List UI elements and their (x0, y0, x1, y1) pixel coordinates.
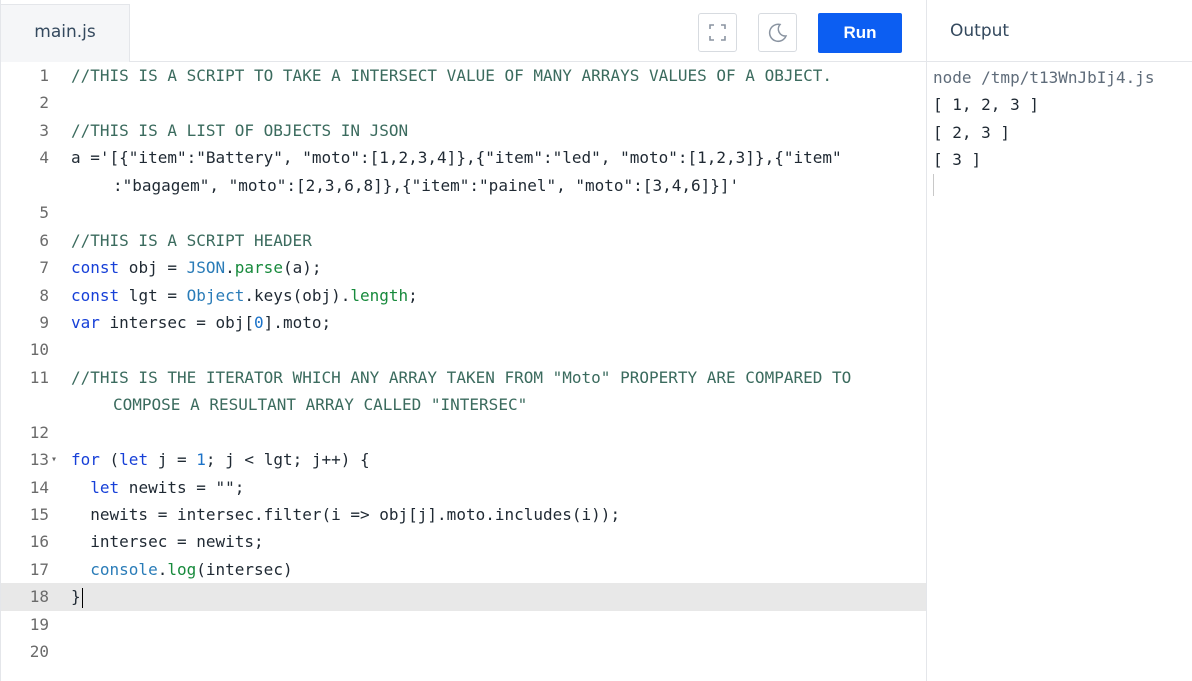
code-line[interactable]: 16 intersec = newits; (1, 528, 927, 555)
fullscreen-icon (709, 24, 726, 41)
code-line[interactable]: 19 (1, 611, 927, 638)
line-number: 15 (29, 505, 49, 524)
code-text: let newits = ""; (90, 477, 245, 497)
line-number: 12 (29, 422, 49, 442)
code-line[interactable]: 4 a ='[{"item":"Battery", "moto":[1,2,3,4… (1, 144, 927, 171)
code-line[interactable]: 11 //THIS IS THE ITERATOR WHICH ANY ARRAY… (1, 364, 927, 391)
line-number: 1 (39, 66, 49, 85)
line-number: 20 (29, 642, 49, 662)
code-line[interactable]: 20 (1, 638, 927, 665)
line-number: 16 (29, 532, 49, 552)
line-number: 8 (39, 285, 49, 305)
line-number: 19 (29, 614, 49, 634)
moon-icon (768, 23, 788, 43)
fold-arrow-icon[interactable]: ▾ (51, 446, 57, 473)
line-number: 7 (39, 258, 49, 278)
code-line[interactable]: 17 console.log(intersec) (1, 556, 927, 583)
code-text: a ='[{"item":"Battery", "moto":[1,2,3,4]… (71, 148, 842, 168)
fullscreen-button[interactable] (698, 13, 737, 52)
code-text: console.log(intersec) (90, 559, 293, 579)
code-text: for (let j = 1; j < lgt; j++) { (71, 450, 370, 470)
code-line[interactable]: :"bagagem", "moto":[2,3,6,8]},{"item":"p… (1, 172, 927, 199)
code-line[interactable]: COMPOSE A RESULTANT ARRAY CALLED "INTERS… (1, 391, 927, 418)
output-console: node /tmp/t13WnJbIj4.js [ 1, 2, 3 ] [ 2,… (927, 62, 1192, 196)
code-text: //THIS IS A LIST OF OBJECTS IN JSON (71, 120, 409, 140)
output-line: [ 1, 2, 3 ] (933, 95, 1039, 115)
code-text: intersec = newits; (71, 532, 264, 552)
code-line[interactable]: 18} (1, 583, 927, 611)
code-text: var intersec = obj[0].moto; (71, 312, 332, 332)
tab-main-js[interactable]: main.js (1, 4, 130, 62)
code-text: const obj = JSON.parse(a); (71, 258, 322, 278)
code-line[interactable]: 9 var intersec = obj[0].moto; (1, 309, 927, 336)
code-editor-panel: main.js Run 1 //THIS IS A SCRIPT TO TAKE … (0, 0, 927, 681)
line-number: 11 (29, 367, 49, 387)
line-number: 5 (39, 203, 49, 223)
code-text: //THIS IS A SCRIPT TO TAKE A INTERSECT V… (71, 66, 832, 85)
output-line: [ 3 ] (933, 150, 982, 170)
line-number: 13 (29, 450, 49, 470)
code-line[interactable]: 3 //THIS IS A LIST OF OBJECTS IN JSON (1, 117, 927, 144)
line-number: 2 (39, 93, 49, 113)
code-line[interactable]: 8 const lgt = Object.keys(obj).length; (1, 282, 927, 309)
line-number: 9 (39, 312, 49, 332)
code-line[interactable]: 10 (1, 336, 927, 363)
code-line[interactable]: 6 //THIS IS A SCRIPT HEADER (1, 227, 927, 254)
code-line[interactable]: 5 (1, 199, 927, 226)
line-number: 10 (29, 340, 49, 360)
code-line[interactable]: 15 newits = intersec.filter(i => obj[j].… (1, 501, 927, 528)
code-text: //THIS IS THE ITERATOR WHICH ANY ARRAY T… (71, 367, 852, 387)
line-number: 17 (29, 559, 49, 579)
output-command: node /tmp/t13WnJbIj4.js (933, 68, 1155, 87)
code-text: :"bagagem", "moto":[2,3,6,8]},{"item":"p… (113, 175, 740, 195)
line-number: 6 (39, 230, 49, 250)
theme-toggle-button[interactable] (758, 13, 797, 52)
line-number: 14 (29, 477, 49, 497)
code-line[interactable]: 7 const obj = JSON.parse(a); (1, 254, 927, 281)
code-text: const lgt = Object.keys(obj).length; (71, 285, 418, 305)
code-line[interactable]: 13 ▾ for (let j = 1; j < lgt; j++) { (1, 446, 927, 473)
output-line: [ 2, 3 ] (933, 122, 1011, 142)
output-panel: Output node /tmp/t13WnJbIj4.js [ 1, 2, 3… (926, 0, 1192, 681)
line-number: 4 (39, 148, 49, 168)
line-number: 3 (39, 120, 49, 140)
line-number: 18 (29, 587, 49, 607)
code-line[interactable]: 14 let newits = ""; (1, 474, 927, 501)
code-area[interactable]: 1 //THIS IS A SCRIPT TO TAKE A INTERSECT … (1, 62, 927, 681)
run-button[interactable]: Run (818, 13, 902, 53)
code-text: //THIS IS A SCRIPT HEADER (71, 230, 312, 250)
text-cursor (81, 587, 83, 608)
code-line[interactable]: 12 (1, 419, 927, 446)
code-text: newits = intersec.filter(i => obj[j].mot… (71, 505, 621, 524)
output-cursor (933, 173, 934, 196)
code-line[interactable]: 2 (1, 89, 927, 116)
code-line[interactable]: 1 //THIS IS A SCRIPT TO TAKE A INTERSECT … (1, 62, 927, 89)
editor-toolbar: main.js Run (1, 0, 927, 62)
output-header: Output (927, 0, 1192, 62)
code-text: } (71, 587, 83, 608)
code-text: COMPOSE A RESULTANT ARRAY CALLED "INTERS… (113, 395, 528, 415)
